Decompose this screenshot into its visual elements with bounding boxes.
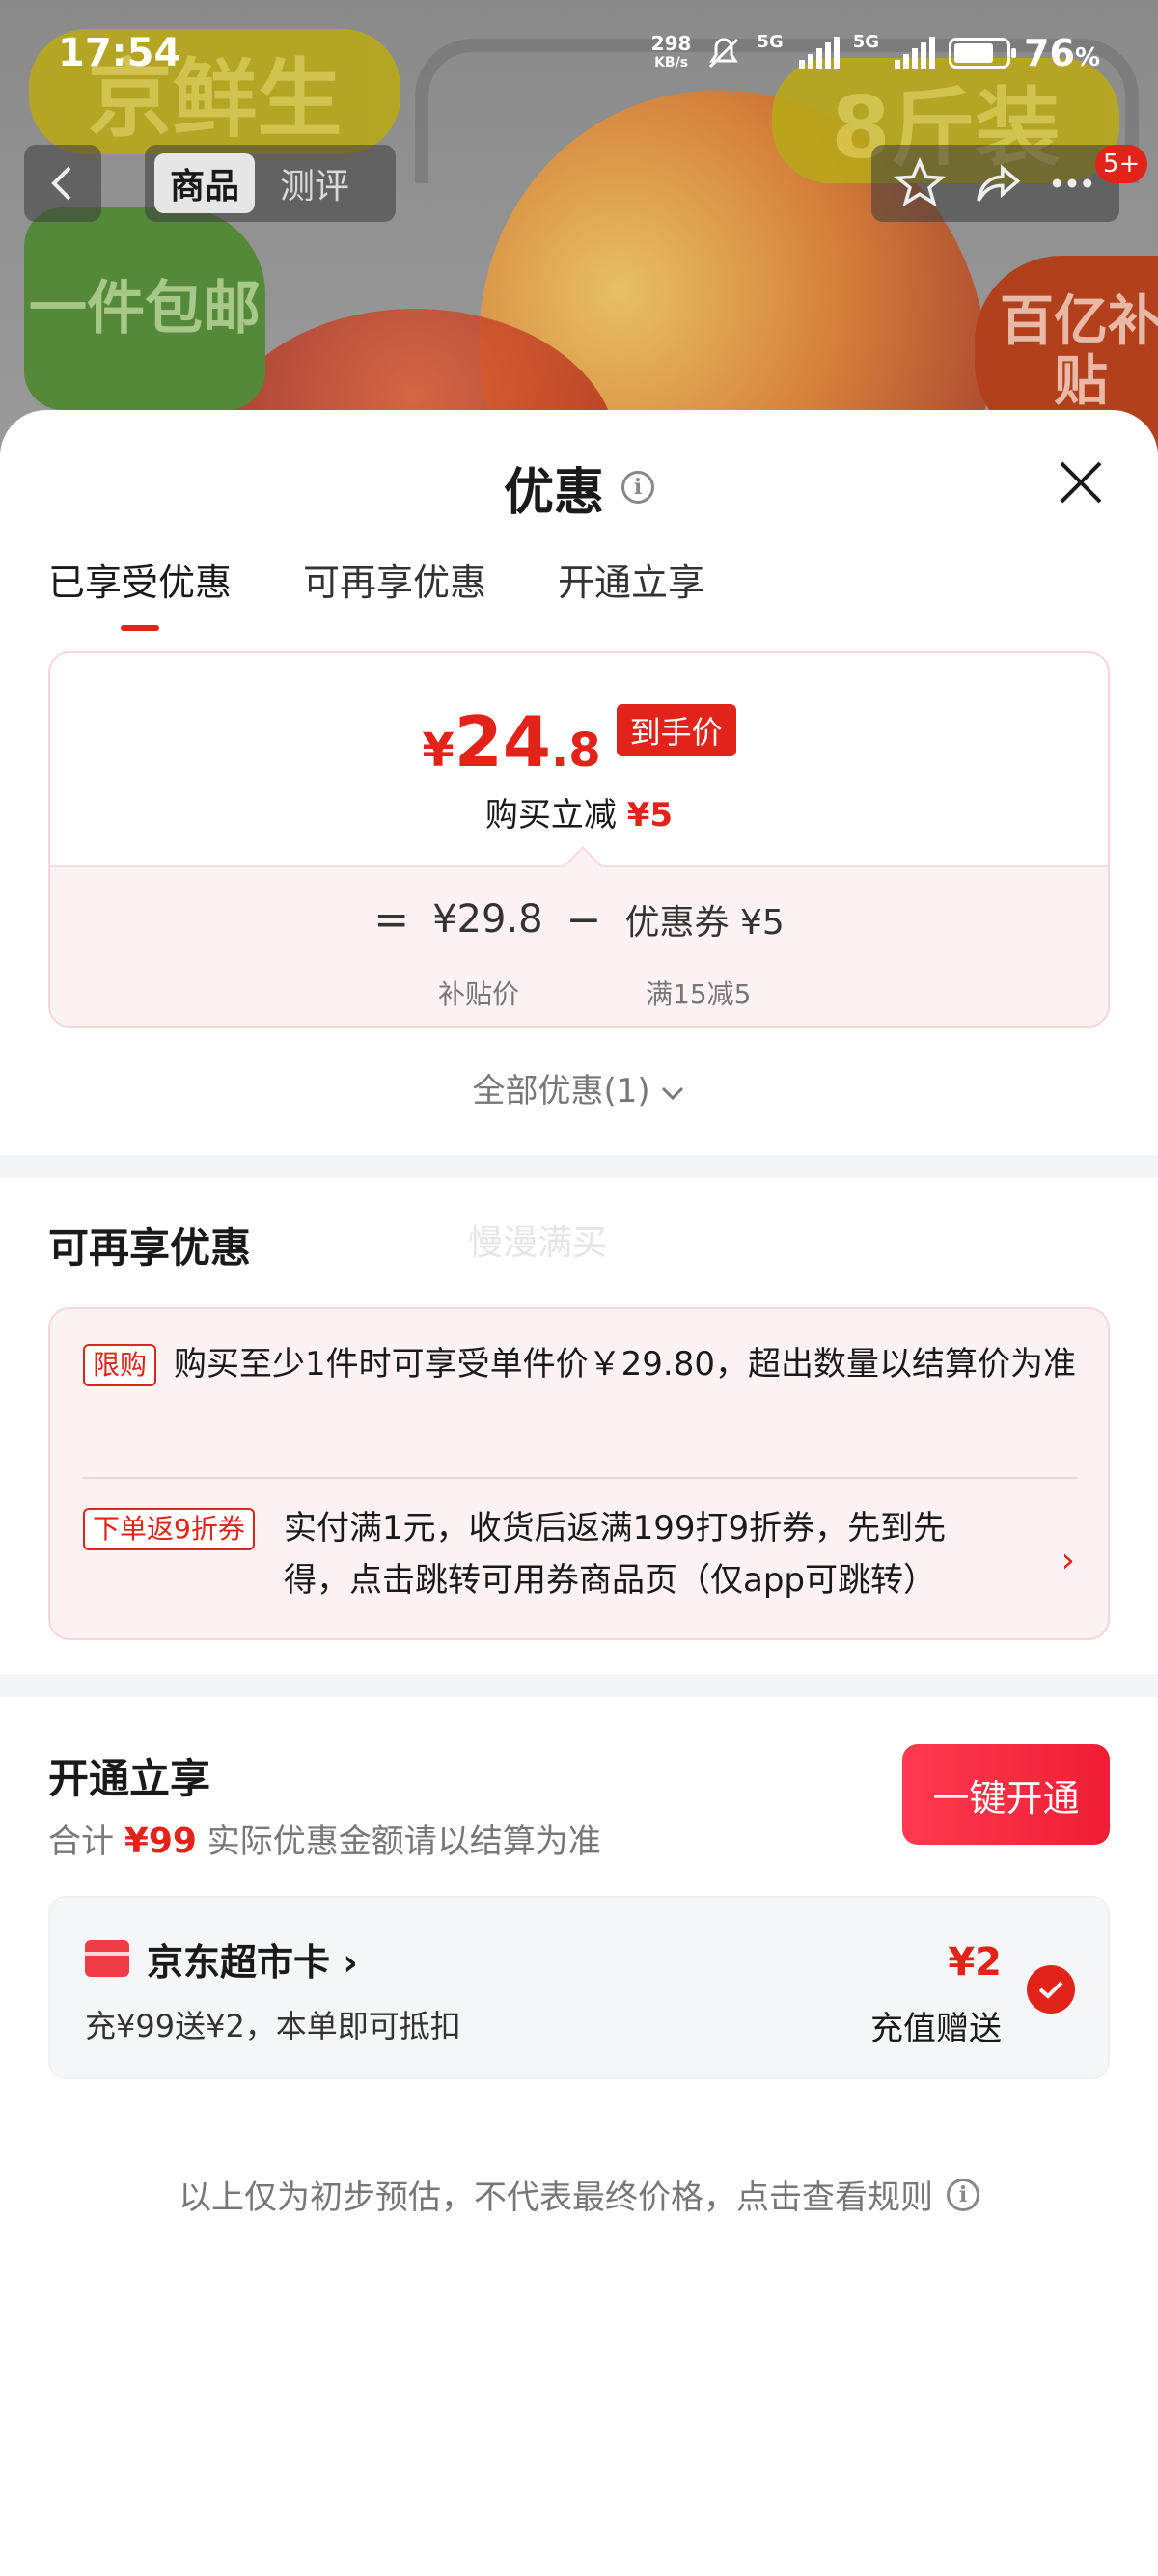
section-divider: [0, 1674, 1158, 1697]
gift-amount: ¥2: [948, 1940, 1002, 1985]
star-icon[interactable]: [893, 157, 946, 209]
more-discounts-title: 可再享优惠: [48, 1224, 252, 1272]
gift-label: 充值赠送: [870, 2010, 1002, 2048]
nav-actions: [871, 145, 1119, 222]
discount-tabs: 已享受优惠 可再享优惠 开通立享: [48, 553, 704, 631]
final-price-tag: 到手价: [616, 704, 736, 756]
tab-enjoyed-discounts[interactable]: 已享受优惠: [48, 553, 232, 631]
instant-discount: 购买立减 ¥5: [50, 788, 1108, 836]
battery-icon: [949, 38, 1017, 69]
price-decimal: .8: [550, 724, 601, 778]
back-button[interactable]: [24, 145, 101, 222]
coupon-rule: 满15减5: [646, 978, 752, 1010]
final-price: ¥ 24 .8 到手价: [50, 701, 1108, 782]
price-card: ¥ 24 .8 到手价 购买立减 ¥5 = ¥29.8 − 优惠券 ¥5 补贴价…: [48, 651, 1110, 1028]
mute-alarm-icon: [709, 38, 739, 69]
supermarket-card-option[interactable]: 京东超市卡 › 充¥99送¥2，本单即可抵扣 ¥2 充值赠送: [48, 1896, 1110, 2079]
price-currency: ¥: [422, 724, 455, 778]
supermarket-card-desc: 充¥99送¥2，本单即可抵扣: [85, 2008, 461, 2044]
discount-sheet: 优惠 i 已享受优惠 可再享优惠 开通立享 ¥ 24 .8 到手价 购买立减 ¥…: [0, 410, 1158, 2576]
net-speed-unit: KB/s: [654, 55, 689, 70]
more-discounts-card: 限购 购买至少1件时可享受单件价￥29.80，超出数量以结算价为准 下单返9折券…: [48, 1307, 1110, 1640]
product-nav-tabs: 商品 测评: [145, 145, 396, 222]
one-click-open-button[interactable]: 一键开通: [902, 1744, 1110, 1845]
total-value: ¥99: [124, 1822, 197, 1861]
equals-sign: =: [373, 894, 410, 945]
tab-more-discounts[interactable]: 可再享优惠: [303, 553, 486, 631]
promo-item-limit: 限购 购买至少1件时可享受单件价￥29.80，超出数量以结算价为准: [83, 1338, 1077, 1390]
signal-1-label: 5G: [757, 32, 784, 52]
tab-product[interactable]: 商品: [154, 153, 256, 213]
subsidy-price: ¥29.8: [432, 897, 543, 942]
coupon-return-tag: 下单返9折券: [83, 1508, 255, 1550]
total-note: 实际优惠金额请以结算为准: [207, 1822, 601, 1861]
section-divider: [0, 1155, 1158, 1178]
sheet-title: 优惠: [503, 463, 604, 522]
net-speed-value: 298: [650, 32, 692, 55]
open-enjoy-title: 开通立享: [48, 1755, 211, 1802]
status-bar: 17:54 298 KB/s 5G 5G 76%: [0, 0, 1158, 106]
all-discounts-toggle[interactable]: 全部优惠(1): [0, 1064, 1158, 1111]
message-count-badge: 5+: [1095, 145, 1148, 183]
card-icon: [85, 1940, 129, 1977]
promo-item-coupon-return[interactable]: 下单返9折券 实付满1元，收货后返满199打9折券，先到先得，点击跳转可用券商品…: [83, 1502, 1009, 1606]
back-arrow-icon: [51, 166, 71, 201]
supermarket-card-name: 京东超市卡: [147, 1941, 331, 1984]
signal-1-icon: [798, 37, 840, 69]
more-icon[interactable]: [1046, 157, 1098, 209]
supermarket-card-link[interactable]: 京东超市卡 ›: [147, 1932, 358, 1986]
chevron-right-icon: ›: [343, 1941, 358, 1984]
chevron-down-icon: [662, 1086, 684, 1100]
battery-level: [954, 43, 993, 63]
check-icon[interactable]: [1027, 1965, 1075, 2014]
open-enjoy-total: 合计 ¥99 实际优惠金额请以结算为准: [48, 1815, 601, 1862]
rules-note[interactable]: 以上仅为初步预估，不代表最终价格，点击查看规则 i: [0, 2171, 1158, 2218]
net-speed: 298 KB/s: [651, 34, 692, 72]
subsidy-price-label: 补贴价: [438, 978, 520, 1010]
watermark-text: 慢漫满买: [468, 1223, 608, 1263]
price-integer: 24: [454, 701, 551, 782]
price-formula: = ¥29.8 − 优惠券 ¥5: [50, 894, 1108, 945]
coupon-amount: 优惠券 ¥5: [624, 903, 785, 943]
sheet-header: 优惠 i: [0, 449, 1158, 526]
instant-discount-value: ¥5: [626, 796, 674, 835]
total-label: 合计: [48, 1822, 114, 1861]
info-icon: i: [947, 2178, 979, 2211]
tab-review[interactable]: 测评: [264, 153, 365, 213]
limit-text: 购买至少1件时可享受单件价￥29.80，超出数量以结算价为准: [174, 1345, 1076, 1384]
instant-discount-label: 购买立减: [484, 796, 617, 835]
price-breakdown: = ¥29.8 − 优惠券 ¥5 补贴价 满15减5: [50, 865, 1108, 1026]
final-price-area: ¥ 24 .8 到手价 购买立减 ¥5: [50, 653, 1108, 865]
info-icon[interactable]: i: [621, 471, 654, 504]
rules-note-text: 以上仅为初步预估，不代表最终价格，点击查看规则: [179, 2179, 933, 2217]
limit-tag: 限购: [83, 1344, 157, 1386]
tab-open-enjoy[interactable]: 开通立享: [558, 553, 704, 631]
signal-2-label: 5G: [852, 32, 880, 52]
share-icon[interactable]: [970, 157, 1022, 209]
signal-2-icon: [895, 37, 936, 69]
battery-percent: 76%: [1024, 32, 1100, 74]
all-discounts-label: 全部优惠(1): [472, 1072, 650, 1110]
status-time: 17:54: [58, 31, 181, 75]
free-shipping-badge: 一件包邮: [24, 207, 265, 410]
minus-sign: −: [565, 894, 602, 945]
promo-divider: [83, 1477, 1077, 1479]
close-icon[interactable]: [1052, 453, 1110, 511]
chevron-right-icon[interactable]: ›: [1062, 1541, 1075, 1580]
status-icons: 298 KB/s 5G 5G 76%: [651, 32, 1100, 74]
